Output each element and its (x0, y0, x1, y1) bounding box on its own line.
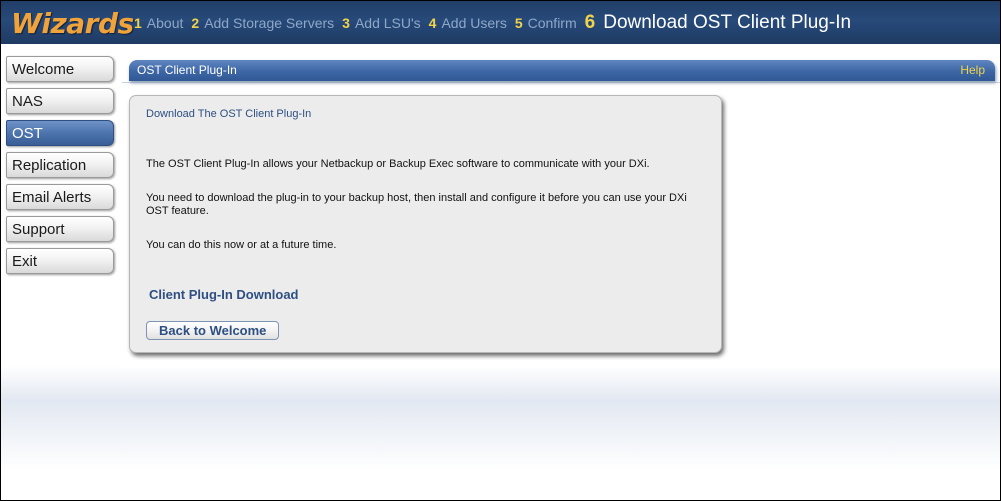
plugin-download-card: Download The OST Client Plug-In The OST … (129, 95, 722, 353)
instructions-text: You need to download the plug-in to your… (146, 192, 687, 217)
step-number: 3 (342, 14, 350, 31)
panel-title: OST Client Plug-In (137, 63, 237, 77)
timing-note-text: You can do this now or at a future time. (146, 239, 337, 251)
sidebar-item-ost[interactable]: OST (6, 120, 114, 146)
step-confirm[interactable]: 5 Confirm (515, 15, 577, 31)
step-add-lsus[interactable]: 3 Add LSU's (342, 15, 421, 31)
help-link[interactable]: Help (960, 63, 985, 77)
sidebar-item-email-alerts[interactable]: Email Alerts (6, 184, 114, 210)
step-label: Download OST Client Plug-In (603, 11, 852, 33)
step-add-storage-servers[interactable]: 2 Add Storage Servers (191, 15, 334, 31)
step-number: 5 (514, 14, 523, 31)
step-about[interactable]: 1 About (134, 15, 183, 31)
sidebar-item-support[interactable]: Support (6, 216, 114, 242)
step-number: 2 (191, 14, 200, 31)
wizard-steps: 1 About 2 Add Storage Servers 3 Add LSU'… (134, 1, 859, 44)
sidebar-item-welcome[interactable]: Welcome (6, 56, 114, 82)
client-plugin-download-link[interactable]: Client Plug-In Download (149, 287, 299, 302)
back-to-welcome-button[interactable]: Back to Welcome (146, 321, 280, 340)
step-download-ost-client-plugin[interactable]: 6 Download OST Client Plug-In (585, 12, 851, 34)
step-label: Add LSU's (354, 14, 421, 31)
sidebar-item-nas[interactable]: NAS (6, 88, 114, 114)
step-label: Add Storage Servers (204, 14, 335, 31)
sidebar-item-exit[interactable]: Exit (6, 248, 114, 274)
wizards-logo: Wizards (11, 7, 134, 40)
step-label: About (146, 14, 184, 31)
wizard-window: Wizards 1 About 2 Add Storage Servers 3 … (0, 0, 1001, 501)
description-text: The OST Client Plug-In allows your Netba… (146, 158, 650, 170)
step-number: 4 (428, 14, 437, 31)
panel-header: OST Client Plug-In Help (129, 60, 995, 81)
card-heading: Download The OST Client Plug-In (146, 108, 312, 120)
step-number: 1 (134, 14, 142, 31)
wizard-header: Wizards 1 About 2 Add Storage Servers 3 … (1, 1, 1000, 44)
step-number: 6 (584, 11, 596, 33)
step-label: Add Users (441, 14, 507, 31)
step-add-users[interactable]: 4 Add Users (429, 15, 507, 31)
sidebar-item-replication[interactable]: Replication (6, 152, 114, 178)
step-label: Confirm (527, 14, 577, 31)
